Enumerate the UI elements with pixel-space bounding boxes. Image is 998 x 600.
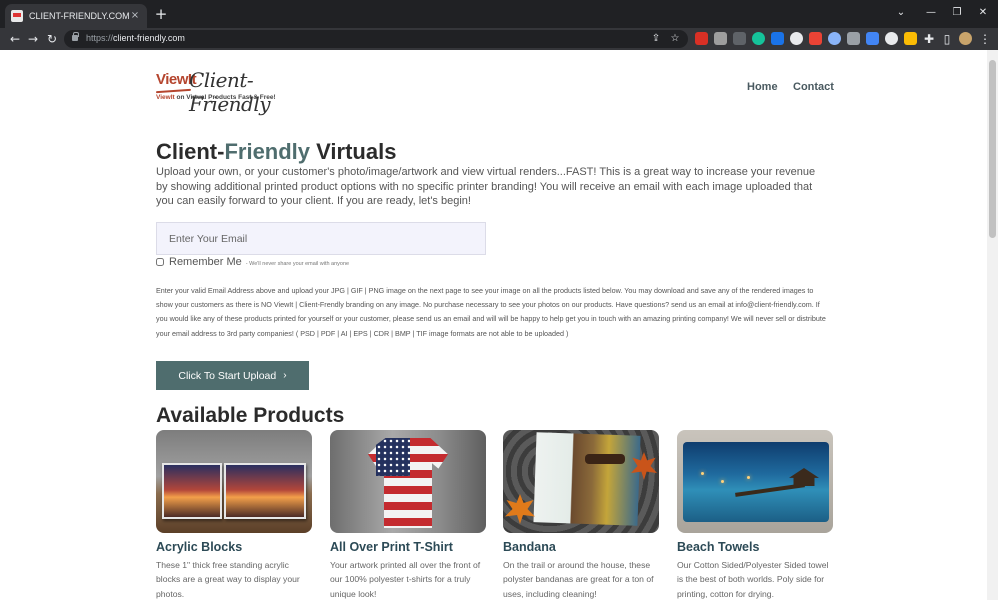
extensions-puzzle-icon[interactable]: ✚ [920, 30, 938, 48]
new-tab-button[interactable]: + [152, 6, 170, 24]
share-icon[interactable]: ⇪ [650, 33, 662, 45]
product-description: On the trail or around the house, these … [503, 560, 654, 599]
product-title[interactable]: Beach Towels [677, 540, 833, 554]
extension-icon[interactable] [904, 32, 917, 45]
pocket-icon[interactable] [809, 32, 822, 45]
product-description: Our Cotton Sided/Polyester Sided towel i… [677, 560, 829, 599]
close-tab-icon[interactable]: × [128, 9, 142, 23]
acrylic-block-left [162, 463, 222, 519]
web-page: ViewIt Client-Friendly ViewIt on Virtual… [0, 50, 987, 600]
grammarly-icon[interactable] [752, 32, 765, 45]
browser-menu-icon[interactable]: ⋮ [976, 30, 994, 48]
extension-icon[interactable] [866, 32, 879, 45]
side-panel-icon[interactable]: ▯ [938, 30, 956, 48]
bandana-image[interactable] [503, 430, 659, 533]
tab-search-icon[interactable]: ⌄ [888, 4, 914, 22]
bookmark-star-icon[interactable]: ☆ [669, 33, 681, 45]
product-card-tshirt[interactable]: All Over Print T-Shirt Your artwork prin… [330, 430, 486, 600]
bandana-cloth [533, 432, 641, 526]
intro-text: Upload your own, or your customer's phot… [156, 166, 816, 207]
pier-light [721, 480, 724, 483]
products-heading: Available Products [156, 404, 345, 427]
extension-icon[interactable] [714, 32, 727, 45]
browser-tab-strip: CLIENT-FRIENDLY.COM - Virtual × + ⌄ — ❐ … [0, 0, 998, 28]
acrylic-blocks-image[interactable] [156, 430, 312, 533]
start-upload-label: Click To Start Upload [178, 369, 277, 382]
profile-avatar[interactable] [959, 32, 972, 45]
tshirt-image[interactable] [330, 430, 486, 533]
chevron-right-icon: › [283, 370, 287, 381]
email-privacy-note: - We'll never share your email with anyo… [245, 260, 350, 267]
tab-title: CLIENT-FRIENDLY.COM - Virtual [29, 11, 129, 21]
page-title: Client-Friendly Virtuals [156, 139, 397, 164]
product-card-beach-towels[interactable]: Beach Towels Our Cotton Sided/Polyester … [677, 430, 833, 600]
product-description: Your artwork printed all over the front … [330, 560, 481, 599]
extension-icon[interactable] [733, 32, 746, 45]
close-window-button[interactable]: ✕ [970, 4, 996, 22]
minimize-window-button[interactable]: — [918, 4, 944, 22]
product-title[interactable]: Acrylic Blocks [156, 540, 312, 554]
pier-light [701, 472, 704, 475]
browser-tab[interactable]: CLIENT-FRIENDLY.COM - Virtual × [5, 4, 147, 28]
email-input[interactable] [156, 222, 486, 255]
upload-instructions: Enter your valid Email Address above and… [156, 286, 826, 338]
pdf-extension-icon[interactable] [695, 32, 708, 45]
sunglasses [585, 454, 625, 464]
product-card-bandana[interactable]: Bandana On the trail or around the house… [503, 430, 659, 600]
reload-button[interactable]: ↻ [43, 30, 61, 48]
browser-toolbar: ← → ↻ https://client-friendly.com ⇪ ☆ ✚ … [0, 28, 998, 50]
beach-towel-image[interactable] [677, 430, 833, 533]
url-text[interactable]: https://client-friendly.com [86, 33, 185, 43]
settings-extension-icon[interactable] [885, 32, 898, 45]
back-button[interactable]: ← [6, 30, 24, 48]
nav-contact-link[interactable]: Contact [793, 81, 834, 93]
download-extension-icon[interactable] [771, 32, 784, 45]
forward-button[interactable]: → [24, 30, 42, 48]
extension-icon[interactable] [828, 32, 841, 45]
product-card-acrylic-blocks[interactable]: Acrylic Blocks These 1" thick free stand… [156, 430, 312, 600]
restore-window-button[interactable]: ❐ [944, 4, 970, 22]
remember-me-label[interactable]: Remember Me [169, 256, 242, 268]
scrollbar-thumb[interactable] [989, 60, 996, 238]
extension-icon[interactable] [847, 32, 860, 45]
flag-canton [376, 438, 410, 476]
logo-tagline: ViewIt on Virtual Products Fast & Free! [156, 94, 276, 101]
site-favicon-icon [11, 10, 23, 22]
start-upload-button[interactable]: Click To Start Upload › [156, 361, 309, 390]
remember-me-checkbox[interactable] [156, 258, 164, 266]
remember-me-row: Remember Me - We'll never share your ema… [156, 256, 349, 268]
product-title[interactable]: All Over Print T-Shirt [330, 540, 486, 554]
product-title[interactable]: Bandana [503, 540, 659, 554]
address-bar[interactable]: https://client-friendly.com ⇪ ☆ [64, 30, 688, 48]
acrylic-block-right [224, 463, 306, 519]
logo-script-text: Client-Friendly [189, 68, 271, 116]
nav-home-link[interactable]: Home [747, 81, 778, 93]
lock-icon[interactable] [72, 32, 79, 41]
page-scrollbar[interactable] [987, 50, 998, 600]
pier-light [747, 476, 750, 479]
autumn-leaf [505, 494, 535, 524]
logo-swoosh [155, 88, 192, 94]
product-description: These 1" thick free standing acrylic blo… [156, 560, 300, 599]
extension-icon[interactable] [790, 32, 803, 45]
